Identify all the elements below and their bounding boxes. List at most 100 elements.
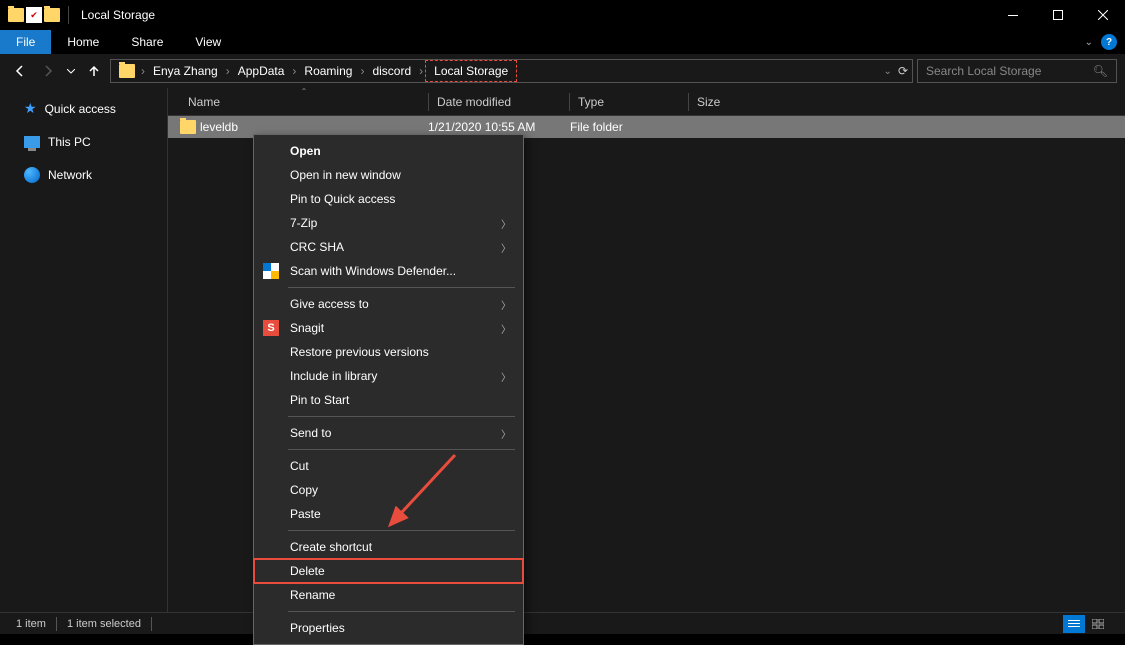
network-icon [24,167,40,183]
menu-snagit[interactable]: S Snagit〉 [254,316,523,340]
chevron-right-icon[interactable]: › [417,64,425,78]
up-button[interactable] [82,59,106,83]
sidebar-item-label: Quick access [45,102,116,116]
check-icon[interactable]: ✔ [26,7,42,23]
breadcrumb-item[interactable]: Roaming [298,62,358,80]
menu-delete[interactable]: Delete [254,559,523,583]
tab-home[interactable]: Home [51,31,115,53]
pc-icon [24,136,40,148]
divider [68,6,69,24]
sidebar-item-quick-access[interactable]: ★ Quick access [0,96,167,121]
forward-button[interactable] [36,59,60,83]
shield-icon [263,263,279,279]
column-type[interactable]: Type [570,95,688,109]
column-date[interactable]: Date modified [429,95,569,109]
menu-separator [288,611,515,612]
menu-defender[interactable]: Scan with Windows Defender... [254,259,523,283]
sidebar-item-label: Network [48,168,92,182]
chevron-right-icon: 〉 [501,369,511,384]
tab-share[interactable]: Share [115,31,179,53]
menu-separator [288,287,515,288]
column-size[interactable]: Size [689,95,769,109]
chevron-right-icon: 〉 [501,297,511,312]
chevron-right-icon: 〉 [501,426,511,441]
view-thumbnails-button[interactable] [1087,615,1109,633]
status-selected-count: 1 item selected [67,618,141,630]
menu-copy[interactable]: Copy [254,478,523,502]
menu-include-library[interactable]: Include in library〉 [254,364,523,388]
menu-rename[interactable]: Rename [254,583,523,607]
menu-separator [288,449,515,450]
chevron-right-icon: 〉 [501,240,511,255]
refresh-icon[interactable]: ⟳ [898,64,908,78]
menu-pin-start[interactable]: Pin to Start [254,388,523,412]
chevron-right-icon: 〉 [501,321,511,336]
chevron-right-icon[interactable]: › [139,64,147,78]
menu-open-new-window[interactable]: Open in new window [254,163,523,187]
window-title: Local Storage [81,8,155,22]
menu-paste[interactable]: Paste [254,502,523,526]
menu-give-access[interactable]: Give access to〉 [254,292,523,316]
menu-restore-versions[interactable]: Restore previous versions [254,340,523,364]
back-button[interactable] [8,59,32,83]
statusbar: 1 item 1 item selected [0,612,1125,634]
search-icon[interactable]: 🔍︎ [1093,64,1108,78]
minimize-button[interactable] [990,0,1035,30]
column-headers: Name ⌃ Date modified Type Size [168,88,1125,116]
folder-icon [119,64,135,78]
context-menu: Open Open in new window Pin to Quick acc… [253,134,524,645]
sidebar: ★ Quick access This PC Network [0,88,168,612]
divider [56,617,57,631]
menu-send-to[interactable]: Send to〉 [254,421,523,445]
breadcrumb-item-current[interactable]: Local Storage [425,60,517,82]
folder-icon [180,120,196,134]
sidebar-item-network[interactable]: Network [0,163,167,187]
sidebar-item-this-pc[interactable]: This PC [0,131,167,153]
chevron-down-icon[interactable]: ⌄ [884,66,892,77]
chevron-right-icon[interactable]: › [358,64,366,78]
file-tab[interactable]: File [0,30,51,54]
close-button[interactable] [1080,0,1125,30]
chevron-down-icon[interactable]: ⌄ [1085,37,1093,48]
folder-icon[interactable] [44,8,60,22]
file-type: File folder [570,120,688,134]
titlebar-icons: ✔ [8,7,60,23]
tab-view[interactable]: View [179,31,237,53]
breadcrumb-item[interactable]: AppData [232,62,291,80]
search-input[interactable]: Search Local Storage 🔍︎ [917,59,1117,83]
breadcrumb-item[interactable]: discord [366,62,417,80]
help-icon[interactable]: ? [1101,34,1117,50]
menu-separator [288,530,515,531]
menu-separator [288,416,515,417]
menu-crc-sha[interactable]: CRC SHA〉 [254,235,523,259]
window-controls [990,0,1125,30]
address-box[interactable]: › Enya Zhang › AppData › Roaming › disco… [110,59,913,83]
maximize-button[interactable] [1035,0,1080,30]
menu-pin-quick-access[interactable]: Pin to Quick access [254,187,523,211]
file-date: 1/21/2020 10:55 AM [428,120,570,134]
sort-arrow-icon: ⌃ [301,87,308,96]
menu-properties[interactable]: Properties [254,616,523,640]
recent-dropdown[interactable] [64,59,78,83]
addressbar: › Enya Zhang › AppData › Roaming › disco… [0,54,1125,88]
folder-icon[interactable] [8,8,24,22]
star-icon: ★ [24,100,37,117]
menu-create-shortcut[interactable]: Create shortcut [254,535,523,559]
status-item-count: 1 item [16,618,46,630]
column-name[interactable]: Name ⌃ [180,95,428,109]
chevron-right-icon[interactable]: › [290,64,298,78]
view-details-button[interactable] [1063,615,1085,633]
chevron-right-icon[interactable]: › [224,64,232,78]
divider [151,617,152,631]
titlebar: ✔ Local Storage [0,0,1125,30]
snagit-icon: S [263,320,279,336]
file-name: leveldb [200,120,428,134]
menu-7zip[interactable]: 7-Zip〉 [254,211,523,235]
menu-cut[interactable]: Cut [254,454,523,478]
sidebar-item-label: This PC [48,135,91,149]
breadcrumb-item[interactable]: Enya Zhang [147,62,224,80]
chevron-right-icon: 〉 [501,216,511,231]
breadcrumb: Enya Zhang › AppData › Roaming › discord… [147,60,884,82]
search-placeholder: Search Local Storage [926,64,1041,78]
menu-open[interactable]: Open [254,139,523,163]
